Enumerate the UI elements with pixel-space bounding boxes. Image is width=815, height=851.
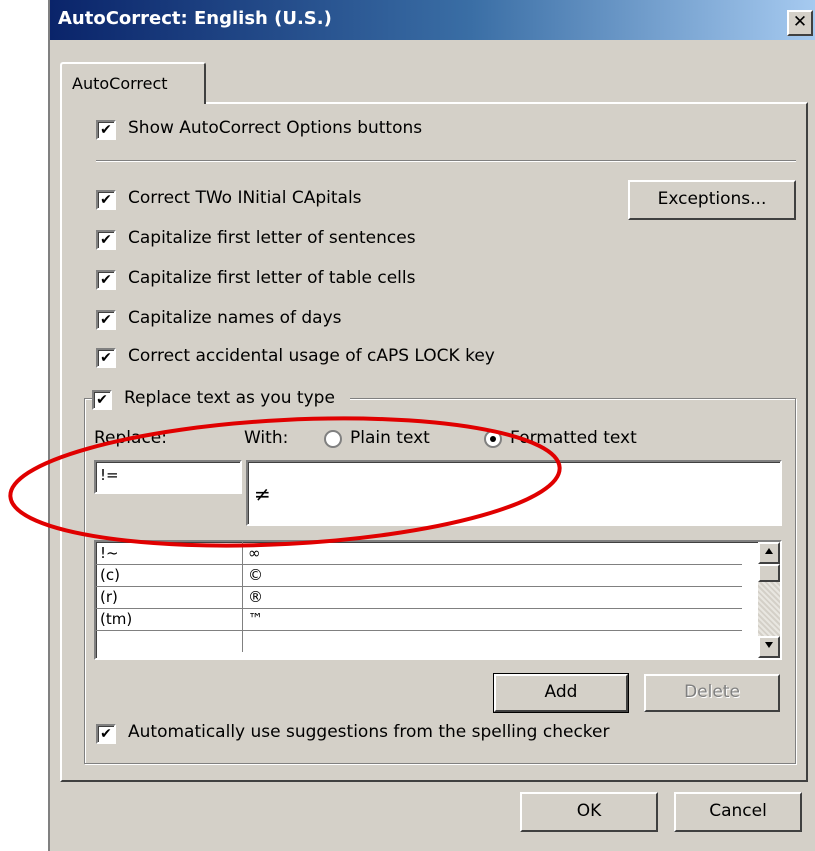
show-options-buttons-checkbox[interactable]: ✔ bbox=[96, 120, 116, 140]
title-bar: AutoCorrect: English (U.S.) ✕ bbox=[50, 0, 815, 40]
arrow-up-icon bbox=[765, 548, 773, 554]
replace-input[interactable]: != bbox=[94, 460, 242, 494]
capitalize-table-cells-label: Capitalize first letter of table cells bbox=[128, 268, 416, 288]
plain-text-radio[interactable] bbox=[324, 430, 342, 448]
scroll-up-button[interactable] bbox=[758, 542, 780, 564]
list-item-with: ∞ bbox=[248, 544, 261, 562]
close-icon: ✕ bbox=[792, 12, 808, 32]
arrow-down-icon bbox=[765, 642, 773, 648]
list-item[interactable] bbox=[96, 630, 742, 652]
replace-label: Replace: bbox=[94, 428, 167, 448]
cancel-button[interactable]: Cancel bbox=[674, 792, 802, 832]
spelling-suggestions-checkbox[interactable]: ✔ bbox=[96, 724, 116, 744]
exceptions-button[interactable]: Exceptions... bbox=[628, 180, 796, 220]
scroll-thumb[interactable] bbox=[758, 564, 780, 582]
add-button[interactable]: Add bbox=[493, 673, 629, 713]
list-item-replace: (r) bbox=[100, 588, 118, 606]
list-item-with: ™ bbox=[248, 610, 263, 628]
plain-text-label: Plain text bbox=[350, 428, 430, 448]
formatted-text-radio[interactable] bbox=[484, 430, 502, 448]
replace-as-you-type-option[interactable]: ✔ Replace text as you type bbox=[92, 388, 350, 412]
show-options-buttons-label: Show AutoCorrect Options buttons bbox=[128, 118, 423, 138]
delete-button[interactable]: Delete bbox=[644, 674, 780, 712]
replace-as-you-type-checkbox[interactable]: ✔ bbox=[92, 390, 112, 410]
autocorrect-list[interactable]: !~ ∞ (c) © (r) ® (tm) ™ bbox=[94, 540, 782, 660]
capitalize-sentences-label: Capitalize first letter of sentences bbox=[128, 228, 416, 248]
capitalize-days-checkbox[interactable]: ✔ bbox=[96, 310, 116, 330]
separator bbox=[96, 160, 796, 162]
column-divider bbox=[242, 608, 243, 630]
with-input[interactable]: ≠ bbox=[246, 460, 782, 526]
capitalize-days-label: Capitalize names of days bbox=[128, 308, 342, 328]
ok-button[interactable]: OK bbox=[520, 792, 658, 832]
with-label: With: bbox=[244, 428, 289, 448]
window-title: AutoCorrect: English (U.S.) bbox=[58, 8, 332, 29]
tab-autocorrect[interactable]: AutoCorrect bbox=[60, 62, 206, 104]
list-item-with: ® bbox=[248, 588, 263, 606]
list-item-replace: (tm) bbox=[100, 610, 133, 628]
column-divider bbox=[242, 630, 243, 652]
list-item[interactable]: (c) © bbox=[96, 564, 742, 587]
scroll-down-button[interactable] bbox=[758, 636, 780, 658]
column-divider bbox=[242, 564, 243, 586]
list-item[interactable]: !~ ∞ bbox=[96, 542, 742, 565]
capitalize-sentences-checkbox[interactable]: ✔ bbox=[96, 230, 116, 250]
caps-lock-label: Correct accidental usage of cAPS LOCK ke… bbox=[128, 346, 495, 366]
correct-two-initials-label: Correct TWo INitial CApitals bbox=[128, 188, 362, 208]
capitalize-table-cells-checkbox[interactable]: ✔ bbox=[96, 270, 116, 290]
autocorrect-dialog: AutoCorrect: English (U.S.) ✕ AutoCorrec… bbox=[48, 0, 815, 851]
list-item[interactable]: (r) ® bbox=[96, 586, 742, 609]
formatted-text-label: Formatted text bbox=[510, 428, 637, 448]
column-divider bbox=[242, 542, 243, 564]
list-item[interactable]: (tm) ™ bbox=[96, 608, 742, 631]
with-input-value: ≠ bbox=[254, 482, 271, 506]
close-button[interactable]: ✕ bbox=[787, 10, 813, 36]
list-scrollbar[interactable] bbox=[758, 542, 780, 658]
replace-input-value: != bbox=[100, 466, 119, 484]
replace-as-you-type-label: Replace text as you type bbox=[124, 388, 335, 408]
list-item-replace: !~ bbox=[100, 544, 119, 562]
list-item-with: © bbox=[248, 566, 263, 584]
spelling-suggestions-label: Automatically use suggestions from the s… bbox=[128, 722, 610, 742]
tab-autocorrect-label: AutoCorrect bbox=[72, 74, 168, 93]
correct-two-initials-checkbox[interactable]: ✔ bbox=[96, 190, 116, 210]
list-item-replace: (c) bbox=[100, 566, 120, 584]
column-divider bbox=[242, 586, 243, 608]
caps-lock-checkbox[interactable]: ✔ bbox=[96, 348, 116, 368]
